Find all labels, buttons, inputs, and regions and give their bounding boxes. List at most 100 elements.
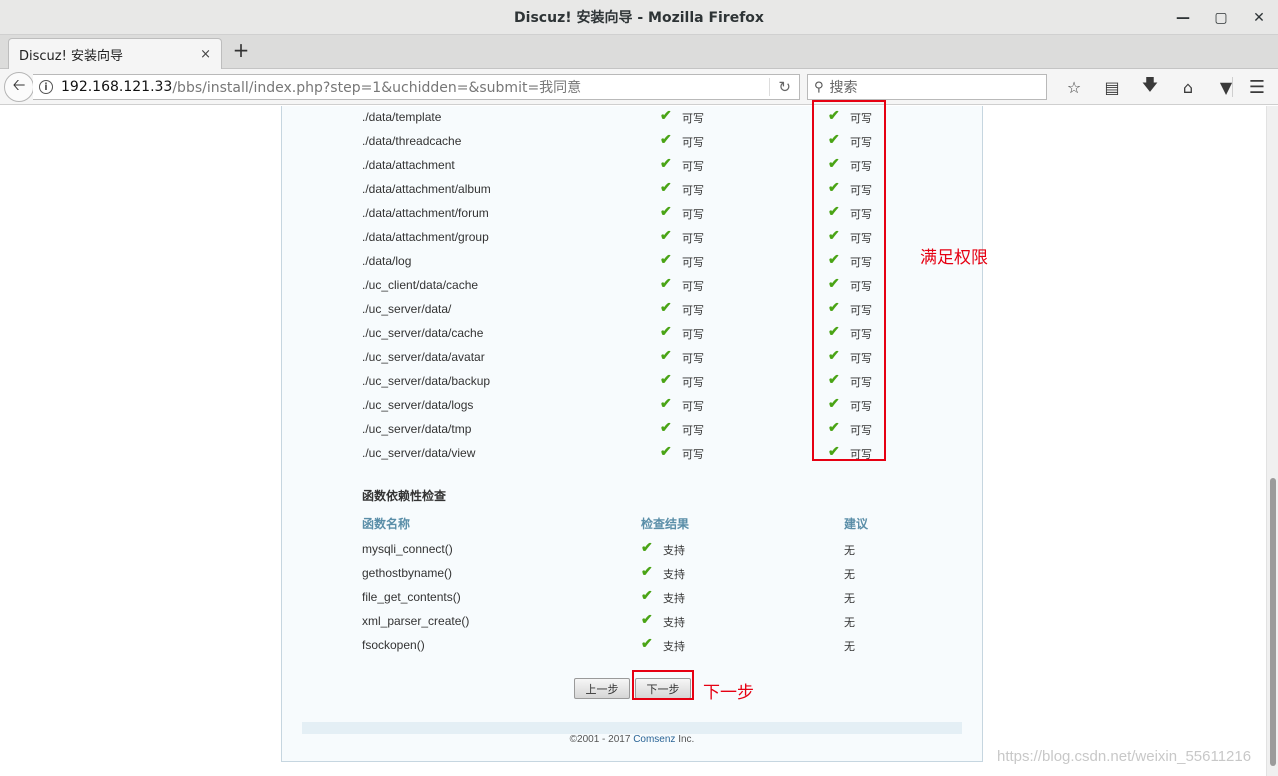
- download-icon[interactable]: 🡇: [1131, 74, 1169, 100]
- current-status: ✔ 可写: [660, 227, 704, 245]
- current-status-label: 可写: [682, 328, 704, 341]
- back-arrow-icon: 🡠: [12, 74, 26, 94]
- home-icon[interactable]: ⌂: [1169, 74, 1207, 100]
- copyright-suffix: Inc.: [675, 734, 695, 745]
- scrollbar-thumb[interactable]: [1270, 478, 1276, 766]
- function-name: fsockopen(): [362, 638, 425, 652]
- check-icon: ✔: [660, 323, 672, 339]
- tab-title: Discuz! 安装向导: [19, 48, 123, 64]
- directory-path: ./uc_server/data/: [362, 302, 452, 316]
- function-suggestion: 无: [844, 593, 855, 605]
- directory-path: ./data/attachment: [362, 158, 455, 172]
- function-result-label: 支持: [663, 616, 685, 629]
- directory-path: ./uc_server/data/logs: [362, 398, 474, 412]
- function-result: ✔ 支持: [641, 563, 685, 581]
- info-icon[interactable]: i: [39, 80, 53, 94]
- current-status: ✔ 可写: [660, 131, 704, 149]
- check-icon: ✔: [660, 131, 672, 147]
- header-check-result: 检查结果: [641, 517, 690, 531]
- menu-icon[interactable]: ☰: [1240, 74, 1274, 100]
- comsenz-link[interactable]: Comsenz: [633, 734, 675, 745]
- function-result: ✔ 支持: [641, 635, 685, 653]
- function-check-title: 函数依赖性检查: [362, 489, 447, 503]
- current-status-label: 可写: [682, 400, 704, 413]
- check-icon: ✔: [641, 563, 653, 579]
- vertical-scrollbar[interactable]: [1266, 106, 1278, 776]
- reading-list-icon[interactable]: ▤: [1093, 74, 1131, 100]
- annotation-box-permissions: [812, 100, 886, 461]
- check-icon: ✔: [660, 251, 672, 267]
- annotation-permission-note: 满足权限: [920, 248, 988, 268]
- current-status: ✔ 可写: [660, 179, 704, 197]
- annotation-next-note: 下一步: [703, 683, 754, 703]
- current-status-label: 可写: [682, 136, 704, 149]
- url-bar[interactable]: i 192.168.121.33/bbs/install/index.php?s…: [33, 74, 800, 100]
- function-result-label: 支持: [663, 592, 685, 605]
- toolbar-separator: [1232, 77, 1233, 97]
- current-status: ✔ 可写: [660, 155, 704, 173]
- new-tab-button[interactable]: +: [230, 40, 252, 62]
- function-name: gethostbyname(): [362, 566, 453, 580]
- function-suggestion: 无: [844, 569, 855, 581]
- check-icon: ✔: [660, 107, 672, 123]
- directory-path: ./uc_server/data/view: [362, 446, 476, 460]
- tab-close-icon[interactable]: ×: [200, 47, 211, 62]
- current-status-label: 可写: [682, 352, 704, 365]
- copyright-prefix: ©2001 - 2017: [569, 734, 634, 745]
- check-icon: ✔: [660, 371, 672, 387]
- watermark: https://blog.csdn.net/weixin_55611216: [997, 748, 1252, 765]
- current-status: ✔ 可写: [660, 371, 704, 389]
- maximize-icon[interactable]: ▢: [1202, 0, 1240, 35]
- minimize-icon[interactable]: —: [1164, 0, 1202, 35]
- prev-step-button[interactable]: 上一步: [574, 678, 630, 699]
- check-icon: ✔: [641, 611, 653, 627]
- current-status: ✔ 可写: [660, 107, 704, 125]
- copyright: ©2001 - 2017 Comsenz Inc.: [282, 734, 982, 745]
- check-icon: ✔: [641, 539, 653, 555]
- function-result: ✔ 支持: [641, 587, 685, 605]
- window-controls: — ▢ ✕: [1164, 0, 1278, 35]
- tab-strip: Discuz! 安装向导 × +: [0, 35, 1278, 69]
- current-status-label: 可写: [682, 232, 704, 245]
- check-icon: ✔: [660, 275, 672, 291]
- footer-band: [302, 722, 962, 734]
- bookmark-star-icon[interactable]: ☆: [1055, 74, 1093, 100]
- function-row: file_get_contents() ✔ 支持 无: [282, 585, 982, 609]
- check-icon: ✔: [641, 635, 653, 651]
- function-row: mysqli_connect() ✔ 支持 无: [282, 537, 982, 561]
- function-name: file_get_contents(): [362, 590, 461, 604]
- directory-path: ./data/template: [362, 110, 442, 124]
- function-result-label: 支持: [663, 544, 685, 557]
- current-status-label: 可写: [682, 208, 704, 221]
- directory-path: ./data/log: [362, 254, 412, 268]
- tab-discuz-install[interactable]: Discuz! 安装向导 ×: [8, 38, 222, 69]
- header-function-name: 函数名称: [362, 517, 411, 531]
- window-title: Discuz! 安装向导 - Mozilla Firefox: [514, 10, 764, 26]
- back-button[interactable]: 🡠: [4, 72, 34, 102]
- current-status: ✔ 可写: [660, 323, 704, 341]
- reload-icon[interactable]: ↻: [769, 78, 791, 96]
- url-path: /bbs/install/index.php?step=1&uchidden=&…: [172, 80, 582, 96]
- check-icon: ✔: [660, 299, 672, 315]
- directory-path: ./uc_server/data/avatar: [362, 350, 485, 364]
- current-status: ✔ 可写: [660, 251, 704, 269]
- function-result-label: 支持: [663, 568, 685, 581]
- function-suggestion: 无: [844, 641, 855, 653]
- check-icon: ✔: [641, 587, 653, 603]
- current-status-label: 可写: [682, 112, 704, 125]
- close-icon[interactable]: ✕: [1240, 0, 1278, 35]
- directory-path: ./uc_server/data/cache: [362, 326, 484, 340]
- function-result-label: 支持: [663, 640, 685, 653]
- directory-path: ./uc_server/data/backup: [362, 374, 491, 388]
- function-result: ✔ 支持: [641, 611, 685, 629]
- search-input[interactable]: ⚲ 搜索: [807, 74, 1047, 100]
- function-result: ✔ 支持: [641, 539, 685, 557]
- current-status-label: 可写: [682, 424, 704, 437]
- directory-path: ./data/threadcache: [362, 134, 462, 148]
- directory-path: ./data/attachment/forum: [362, 206, 489, 220]
- current-status-label: 可写: [682, 448, 704, 461]
- current-status: ✔ 可写: [660, 347, 704, 365]
- window-titlebar: Discuz! 安装向导 - Mozilla Firefox — ▢ ✕: [0, 0, 1278, 35]
- toolbar-icons: ☆ ▤ 🡇 ⌂ ▼: [1055, 74, 1245, 100]
- current-status-label: 可写: [682, 160, 704, 173]
